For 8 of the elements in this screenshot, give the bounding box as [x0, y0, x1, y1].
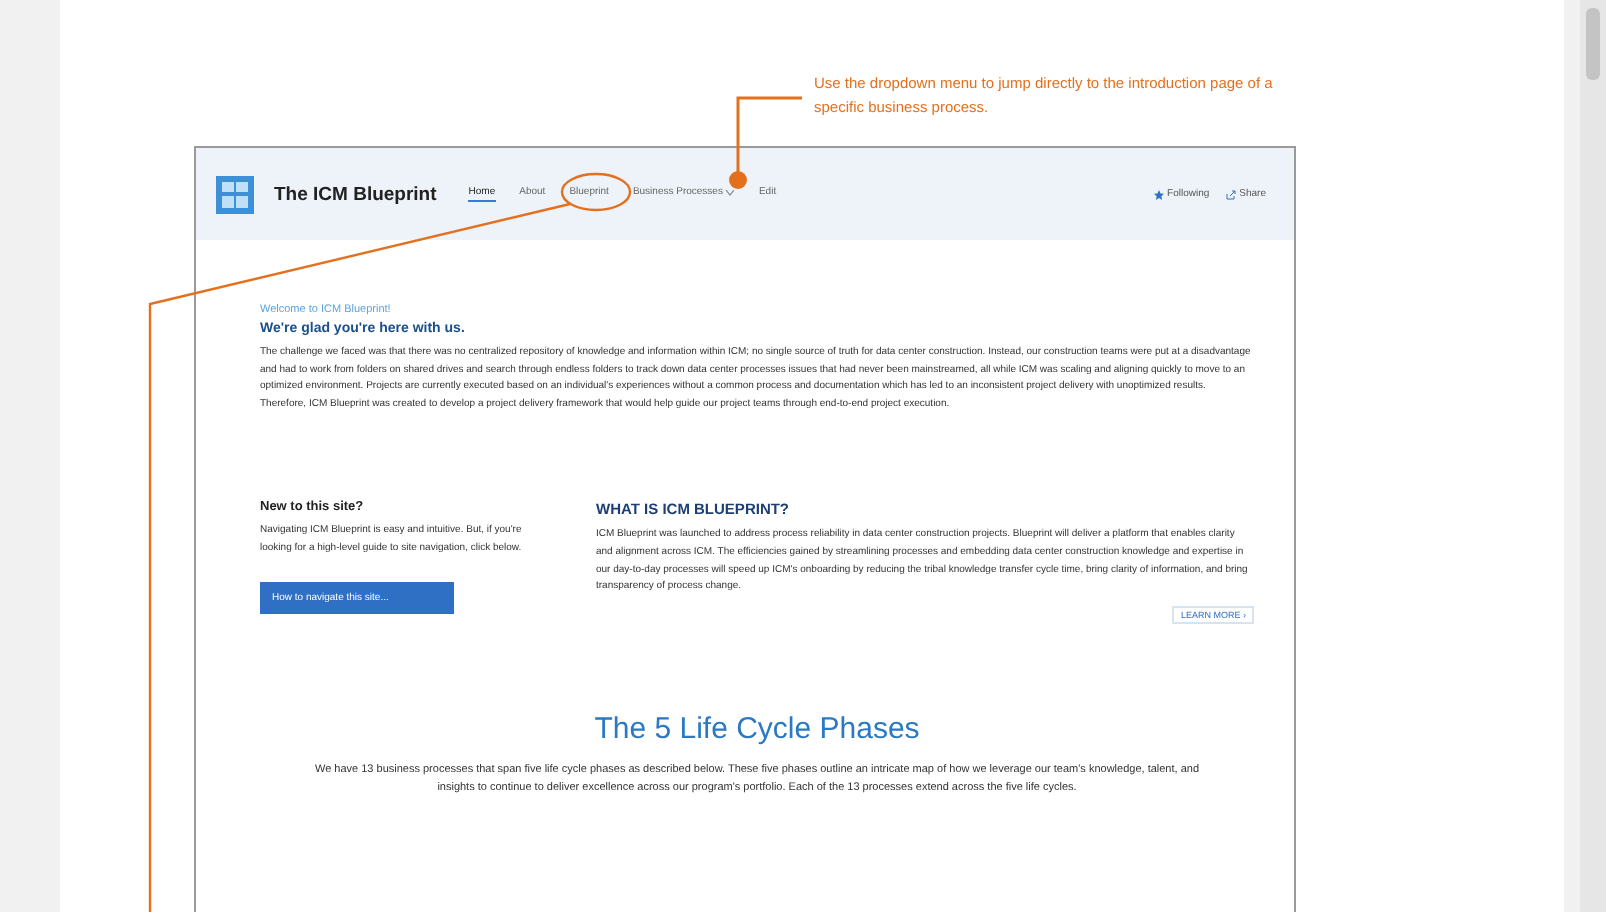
site-title: The ICM Blueprint — [274, 183, 437, 205]
share-icon — [1225, 189, 1236, 199]
caret-icon — [726, 189, 735, 195]
logo-icon — [216, 175, 254, 213]
scrollbar[interactable] — [1580, 0, 1606, 912]
phases-heading: The 5 Life Cycle Phases — [592, 711, 922, 746]
star-icon — [1153, 189, 1164, 199]
callout-line — [729, 96, 802, 189]
